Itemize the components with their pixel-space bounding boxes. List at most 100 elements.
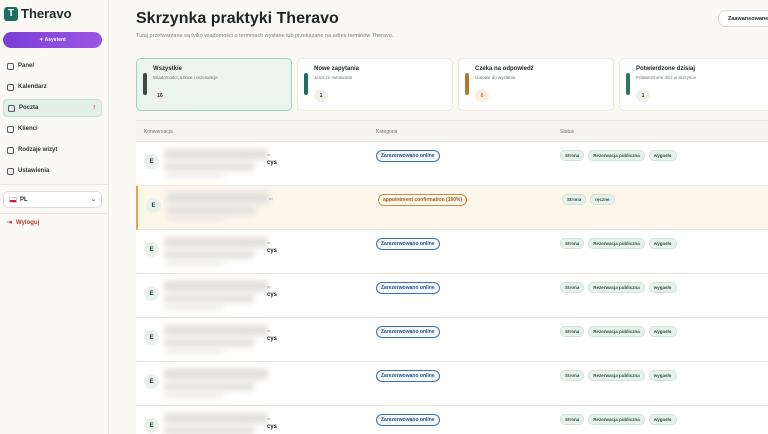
status-badge: wygasło <box>648 326 677 337</box>
filter-card-confirmed[interactable]: Potwierdzone dzisiaj Potwierdzone dziś w… <box>619 58 768 111</box>
redacted-preview <box>164 305 224 310</box>
redacted-sender <box>164 324 268 336</box>
avatar: E <box>144 154 159 169</box>
logo-icon: T <box>4 6 18 21</box>
table-row[interactable]: En• cys Zarezerwowano online Strona Rezerwac… <box>136 318 768 362</box>
card-count: 16 <box>153 89 167 102</box>
sidebar-item-settings[interactable]: Ustawienia <box>3 162 102 180</box>
table-row[interactable]: En• appointment confirmation (100%) Strona… <box>136 186 768 230</box>
card-count: 1 <box>314 89 328 102</box>
sidebar-item-panel[interactable]: Panel <box>3 57 102 75</box>
redacted-sender <box>164 412 268 424</box>
table-row[interactable]: En• cys Zarezerwowano online Strona Rezerwac… <box>136 230 768 274</box>
mail-alert-badge: ! <box>93 105 95 111</box>
redacted-preview <box>164 261 224 266</box>
category-pill: appointment confirmation (100%) <box>378 194 468 206</box>
table-row[interactable]: En• cys Zarezerwowano online Strona Rezerwac… <box>136 274 768 318</box>
chevron-down-icon: ⌄ <box>90 197 96 203</box>
status-badge: Strona <box>562 194 587 205</box>
table-row[interactable]: En• cys Zarezerwowano online Strona Rezerwac… <box>136 142 768 186</box>
sender-fragment: n• <box>267 284 271 289</box>
status-badge: wygasło <box>648 414 677 425</box>
status-badge: Rezerwacja publiczna <box>588 282 645 293</box>
redacted-sender <box>164 368 268 380</box>
column-header-conversation[interactable]: Konwersacja <box>144 129 173 135</box>
avatar: E <box>144 330 159 345</box>
sidebar-item-label: Poczta <box>19 105 39 111</box>
status-badge: Strona <box>560 238 585 249</box>
status-badge: Strona <box>560 282 585 293</box>
redacted-sender <box>164 280 268 292</box>
filter-card-all[interactable]: Wszystkie Wiadomości, szkice i rezerwacj… <box>136 58 292 111</box>
filter-card-awaiting[interactable]: Czeka na odpowiedź Gotowe do wysłania 0 <box>458 58 614 111</box>
redacted-subject <box>164 294 254 303</box>
status-badge: Strona <box>560 414 585 425</box>
card-subtitle: Wiadomości, szkice i rezerwacje <box>153 75 218 80</box>
table-body: En• cys Zarezerwowano online Strona Rezerwac… <box>136 142 768 434</box>
filter-card-new[interactable]: Nowe zapytania Jeszcze nieotwarte 1 <box>297 58 453 111</box>
table-row[interactable]: En• cys Zarezerwowano online Strona Rezerwac… <box>136 406 768 434</box>
status-badge: Rezerwacja publiczna <box>588 414 645 425</box>
sender-fragment: n• <box>267 328 271 333</box>
card-subtitle: Jeszcze nieotwarte <box>314 75 353 80</box>
card-title: Potwierdzone dzisiaj <box>636 66 696 72</box>
category-pill: Zarezerwowano online <box>376 150 440 162</box>
redacted-sender <box>164 236 268 248</box>
table-header: Konwersacja Kategoria Status <box>136 120 768 142</box>
column-header-category[interactable]: Kategoria <box>376 129 397 135</box>
sender-name-fragment: cys <box>267 248 278 254</box>
redacted-subject <box>164 250 254 259</box>
card-subtitle: Gotowe do wysłania <box>475 75 516 80</box>
card-count: 0 <box>475 89 489 102</box>
logout-label: Wyloguj <box>16 219 40 226</box>
card-count: 1 <box>636 89 650 102</box>
sidebar-item-label: Ustawienia <box>18 168 50 174</box>
sidebar-item-visit-types[interactable]: Rodzaje wizyt <box>3 141 102 159</box>
avatar: E <box>144 418 159 433</box>
language-select[interactable]: PL ⌄ <box>3 191 102 208</box>
card-subtitle: Potwierdzone dziś w skrzynce <box>636 75 697 80</box>
status-badge: ręczne <box>590 194 615 205</box>
app-logo[interactable]: T Theravo <box>4 6 72 21</box>
sidebar-item-label: Kalendarz <box>18 84 47 90</box>
divider <box>0 213 109 214</box>
column-header-status[interactable]: Status <box>560 129 574 135</box>
sidebar: T Theravo ✦ Asystent Panel Kalendarz Poc… <box>0 0 109 434</box>
sidebar-item-label: Panel <box>18 63 35 69</box>
redacted-subject <box>164 382 254 391</box>
sidebar-item-mail[interactable]: Poczta ! <box>3 99 102 117</box>
avatar: E <box>144 242 159 257</box>
sender-name-fragment: cys <box>267 424 278 430</box>
redacted-sender <box>164 148 268 160</box>
status-badge: wygasło <box>648 282 677 293</box>
status-badge: Strona <box>560 150 585 161</box>
sidebar-item-clients[interactable]: Klienci <box>3 120 102 138</box>
table-row[interactable]: E Zarezerwowano online Strona Rezerwacja pu… <box>136 362 768 406</box>
card-title: Wszystkie <box>153 66 183 72</box>
redacted-preview <box>164 173 224 178</box>
main-content: Skrzynka praktyki Theravo Tutaj przetwar… <box>109 0 768 434</box>
assistant-button[interactable]: ✦ Asystent <box>3 32 102 48</box>
status-badge: Strona <box>560 370 585 381</box>
redacted-subject <box>164 338 254 347</box>
home-icon <box>7 62 14 70</box>
language-label: PL <box>20 196 28 203</box>
sender-name-fragment: cys <box>267 336 278 342</box>
status-badge: Strona <box>560 326 585 337</box>
advanced-button[interactable]: Zaawansowane <box>718 10 768 27</box>
card-color-bar <box>626 73 630 95</box>
redacted-preview <box>166 217 226 222</box>
sender-name-fragment: cys <box>267 160 278 166</box>
sender-name-fragment: cys <box>267 292 278 298</box>
sidebar-item-calendar[interactable]: Kalendarz <box>3 78 102 96</box>
sidebar-item-label: Rodzaje wizyt <box>18 147 58 153</box>
card-color-bar <box>143 73 147 95</box>
sender-fragment: n• <box>267 240 271 245</box>
sender-fragment: n• <box>269 196 273 201</box>
redacted-sender <box>166 192 270 204</box>
status-tags: Strona Rezerwacja publiczna wygasło <box>560 282 677 293</box>
logout-button[interactable]: ⇥ Wyloguj <box>7 219 40 227</box>
card-title: Czeka na odpowiedź <box>475 66 534 72</box>
redacted-preview <box>164 349 224 354</box>
sidebar-nav: Panel Kalendarz Poczta ! Klienci Rodzaje… <box>3 57 102 183</box>
